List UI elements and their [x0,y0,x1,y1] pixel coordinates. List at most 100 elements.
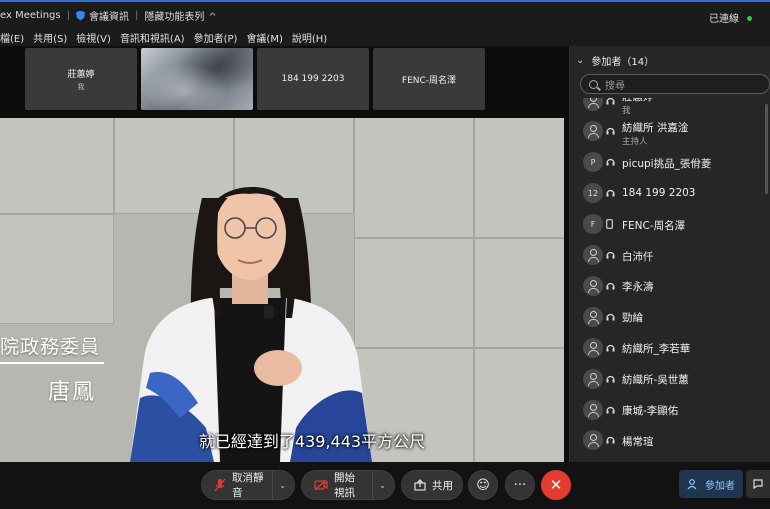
participant-row[interactable]: 12 184 199 2203 [570,178,770,209]
share-icon [414,479,426,491]
search-icon [589,79,598,89]
headset-icon [606,157,615,167]
person-icon [583,399,603,420]
participants-panel: ⌄ 參加者（14） 搜尋 莊蕙婷我紡織所 洪嘉淦主持人Ppicupi挑品_張佾菱… [569,46,770,462]
participant-role: 主持人 [622,136,648,147]
meeting-info-label: 會議資訊 [88,11,129,23]
thumbnail-name: 莊蕙婷 [67,69,95,80]
main-video[interactable]: 院政務委員 唐鳳 就已經達到了439,443平方公尺 [0,118,564,462]
participant-row[interactable]: 紡織所-吳世蕙 [570,363,770,394]
participant-name: 康城-李顯佑 [622,405,679,417]
thumbnail-image [141,48,253,110]
lower-third-divider [0,362,104,364]
wall-panel [0,214,114,324]
participant-name: 李永濤 [622,281,654,294]
person-icon [583,368,603,389]
person-icon [583,121,603,142]
thumbnail-tile[interactable]: 莊蕙婷 我 [25,48,137,110]
chevron-down-icon[interactable]: ⌄ [372,470,394,500]
participant-name: 勁綸 [622,312,643,325]
avatar-initials: F [583,214,603,235]
participant-search-input[interactable]: 搜尋 [580,74,770,94]
thumbnail-name: 184 199 2203 [281,74,345,84]
participant-row[interactable]: 李永濤 [570,270,770,301]
unmute-label: 取消靜音 [232,472,264,499]
menu-participant[interactable]: 參加者(P) [194,30,238,45]
shield-icon [75,10,85,21]
participants-button-label: 參加者 [705,480,735,492]
title-separator: | [134,9,139,21]
menu-audio-video[interactable]: 音訊和視訊(A) [120,30,185,45]
participant-name: 楊常瑄 [622,435,654,448]
thumbnail-sub: 我 [77,82,85,91]
video-stage: 莊蕙婷 我 184 199 2203 FENC-周名澤 院政務委員 唐鳳 就已經… [0,46,569,462]
menu-edit[interactable]: 檔(E) [0,30,24,45]
headset-icon [606,281,615,291]
headset-icon [606,312,615,322]
headset-icon [606,343,615,353]
chevron-down-icon[interactable]: ⌄ [272,470,294,500]
headset-icon [606,98,615,106]
title-bar: ex Meetings | 會議資訊 | 隱藏功能表列 ^ 已連線 [0,0,770,28]
participants-button[interactable]: 參加者 [679,470,743,498]
participant-row[interactable]: 紡織所_李若華 [570,332,770,363]
leave-meeting-button[interactable]: ✕ [541,470,571,500]
participants-header[interactable]: ⌄ 參加者（14） [570,46,770,74]
participant-name: 紡織所_李若華 [622,343,691,356]
headset-icon [606,405,615,415]
thumbnail-tile[interactable]: FENC-周名澤 [373,48,485,110]
participant-scrollbar[interactable] [765,104,768,194]
participant-row[interactable]: 勁綸 [570,301,770,332]
chat-button[interactable] [746,470,770,498]
smiley-icon: ☺ [476,477,490,493]
menu-meeting[interactable]: 會議(M) [246,30,282,45]
menu-share[interactable]: 共用(S) [33,30,67,45]
muted-mic-icon [214,478,226,492]
hide-menu-button[interactable]: 隱藏功能表列 ^ [144,8,216,23]
participant-row[interactable]: Ppicupi挑品_張佾菱 [570,147,770,178]
search-placeholder: 搜尋 [605,80,625,92]
unmute-button[interactable]: 取消靜音 ⌄ [201,470,295,500]
participant-name: 紡織所-吳世蕙 [622,374,689,387]
app-title: ex Meetings [0,9,61,21]
participant-row[interactable]: 紡織所 洪嘉淦 主持人 [570,116,770,147]
participant-row[interactable]: 康城-李顯佑 [570,394,770,425]
share-button[interactable]: 共用 [401,470,463,500]
participant-row[interactable]: F FENC-周名澤 [570,209,770,240]
person-icon [583,430,603,451]
close-icon: ✕ [549,476,563,494]
menu-bar: 檔(E) 共用(S) 檢視(V) 音訊和視訊(A) 參加者(P) 會議(M) 說… [0,28,770,46]
headset-icon [606,188,615,198]
person-icon [583,337,603,358]
wall-panel [474,238,564,348]
participant-name: 184 199 2203 [622,186,696,199]
menu-view[interactable]: 檢視(V) [76,30,111,45]
more-options-button[interactable]: ··· [505,470,535,500]
video-off-icon [314,479,328,491]
headset-icon [606,435,615,445]
speaker-figure [130,186,372,462]
chevron-down-icon[interactable]: ⌄ [576,55,584,66]
connection-status: 已連線 [709,10,752,25]
start-video-button[interactable]: 開始視訊 ⌄ [301,470,395,500]
thumbnail-name: FENC-周名澤 [401,75,457,86]
reactions-button[interactable]: ☺ [468,470,498,500]
person-icon [583,306,603,327]
thumbnail-tile[interactable]: 184 199 2203 [257,48,369,110]
thumbnail-tile-image[interactable] [141,48,253,110]
person-icon [583,98,603,111]
thumbnail-strip: 莊蕙婷 我 184 199 2203 FENC-周名澤 [0,46,569,116]
share-label: 共用 [432,479,453,492]
participant-row[interactable]: 楊常瑄 [570,425,770,456]
participant-name: FENC-周名澤 [622,219,686,232]
participant-role: 我 [622,106,631,116]
headset-icon [606,126,615,136]
wall-panel [0,118,114,214]
more-icon: ··· [513,477,527,493]
participant-row[interactable]: 白沛仟 [570,240,770,271]
participant-row[interactable]: 莊蕙婷我 [570,98,770,116]
meeting-info-button[interactable]: 會議資訊 [75,8,129,23]
participant-name: 白沛仟 [622,250,654,263]
menu-help[interactable]: 說明(H) [292,30,327,45]
wall-panel [474,118,564,238]
